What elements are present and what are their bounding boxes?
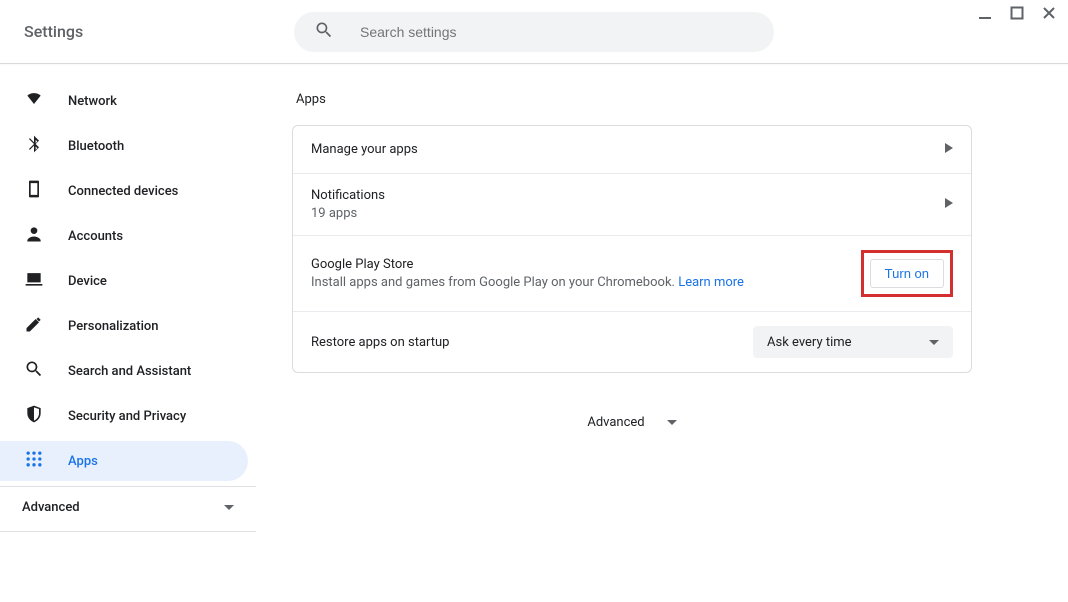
sidebar: Network Bluetooth Connected devices Acco…: [0, 64, 256, 602]
chevron-right-icon: [945, 197, 953, 212]
chevron-right-icon: [945, 142, 953, 157]
row-title: Notifications: [311, 188, 385, 203]
turn-on-button[interactable]: Turn on: [870, 259, 944, 288]
app-title: Settings: [24, 22, 83, 41]
section-title: Apps: [296, 92, 972, 107]
row-subtitle-text: Install apps and games from Google Play …: [311, 275, 678, 290]
restore-apps-select[interactable]: Ask every time: [753, 326, 953, 358]
sidebar-item-device[interactable]: Device: [0, 261, 248, 301]
sidebar-item-apps[interactable]: Apps: [0, 441, 248, 481]
laptop-icon: [24, 269, 44, 293]
highlight-annotation: Turn on: [861, 250, 953, 297]
sidebar-item-security-privacy[interactable]: Security and Privacy: [0, 396, 248, 436]
row-manage-apps[interactable]: Manage your apps: [293, 126, 971, 174]
sidebar-advanced-toggle[interactable]: Advanced: [0, 487, 256, 527]
sidebar-item-bluetooth[interactable]: Bluetooth: [0, 126, 248, 166]
main-advanced-label: Advanced: [587, 415, 644, 430]
learn-more-link[interactable]: Learn more: [678, 275, 744, 290]
sidebar-item-label: Apps: [68, 454, 98, 469]
sidebar-item-label: Network: [68, 94, 117, 109]
apps-grid-icon: [24, 449, 44, 473]
select-value: Ask every time: [767, 335, 852, 350]
main-content: Apps Manage your apps Notifications 19 a…: [256, 64, 1068, 602]
shield-icon: [24, 404, 44, 428]
sidebar-item-network[interactable]: Network: [0, 81, 248, 121]
row-notifications[interactable]: Notifications 19 apps: [293, 174, 971, 236]
sidebar-item-label: Connected devices: [68, 184, 178, 199]
chevron-down-icon: [929, 340, 939, 345]
sidebar-divider: [0, 531, 256, 532]
settings-card: Manage your apps Notifications 19 apps G…: [292, 125, 972, 373]
wifi-icon: [24, 89, 44, 113]
sidebar-item-accounts[interactable]: Accounts: [0, 216, 248, 256]
row-subtitle: 19 apps: [311, 206, 385, 221]
search-icon: [314, 20, 334, 44]
search-icon: [24, 359, 44, 383]
main-advanced-toggle[interactable]: Advanced: [292, 415, 972, 430]
sidebar-item-personalization[interactable]: Personalization: [0, 306, 248, 346]
sidebar-item-search-assistant[interactable]: Search and Assistant: [0, 351, 248, 391]
row-subtitle: Install apps and games from Google Play …: [311, 275, 744, 290]
sidebar-item-label: Accounts: [68, 229, 123, 244]
topbar: Settings: [0, 0, 1068, 64]
row-title: Google Play Store: [311, 257, 744, 272]
sidebar-advanced-label: Advanced: [22, 500, 80, 515]
chevron-down-icon: [667, 420, 677, 425]
chevron-down-icon: [224, 505, 234, 510]
row-restore-apps: Restore apps on startup Ask every time: [293, 312, 971, 372]
row-title: Manage your apps: [311, 142, 418, 157]
sidebar-item-label: Search and Assistant: [68, 364, 191, 379]
person-icon: [24, 224, 44, 248]
bluetooth-icon: [24, 134, 44, 158]
phone-icon: [24, 179, 44, 203]
search-box[interactable]: [294, 12, 774, 52]
sidebar-item-label: Personalization: [68, 319, 159, 334]
search-input[interactable]: [360, 24, 754, 40]
sidebar-item-label: Device: [68, 274, 107, 289]
sidebar-item-label: Security and Privacy: [68, 409, 186, 424]
sidebar-item-label: Bluetooth: [68, 139, 124, 154]
edit-icon: [24, 314, 44, 338]
row-google-play-store: Google Play Store Install apps and games…: [293, 236, 971, 312]
row-title: Restore apps on startup: [311, 335, 449, 350]
sidebar-item-connected-devices[interactable]: Connected devices: [0, 171, 248, 211]
